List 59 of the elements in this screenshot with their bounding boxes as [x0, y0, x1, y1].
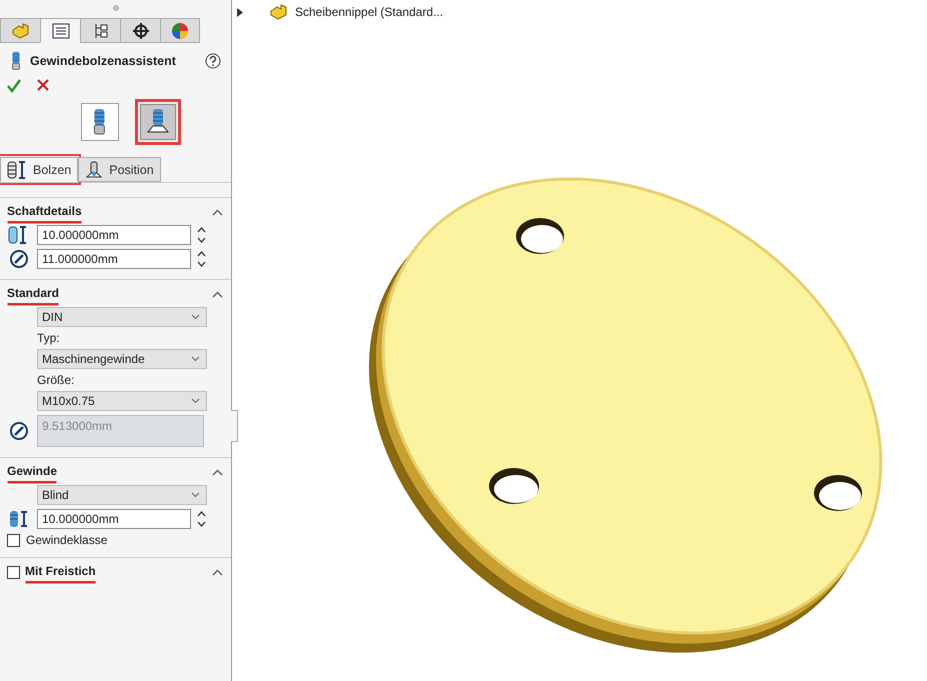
bolt-hole-drawing: [489, 468, 539, 504]
bolt-hole-drawing: [814, 475, 862, 511]
close-icon[interactable]: [37, 79, 49, 91]
panel-splitter-handle[interactable]: [231, 410, 238, 442]
dropdown-caret-icon: [191, 492, 200, 498]
tree-item-label[interactable]: Scheibennippel (Standard...: [295, 5, 444, 19]
stud-length-icon: [7, 160, 27, 178]
spinner-arrows-icon[interactable]: [197, 250, 206, 268]
number-input-field[interactable]: 11.000000mm: [37, 249, 191, 269]
checkbox-label: Gewindeklasse: [26, 533, 108, 547]
dropdown[interactable]: Maschinengewinde: [37, 349, 207, 369]
section-title: Mit Freistich: [25, 564, 96, 581]
manager-tab[interactable]: [120, 18, 160, 43]
stud-icon: [91, 108, 108, 136]
number-input-field[interactable]: 10.000000mm: [37, 509, 191, 529]
manager-tab[interactable]: [40, 18, 80, 43]
collapse-chevron-icon[interactable]: [212, 209, 223, 216]
collapsed-arrow-icon[interactable]: [237, 8, 243, 16]
diameter-icon: [9, 249, 29, 269]
thread-depth-icon: [8, 509, 30, 529]
tree-structure-icon: [92, 22, 108, 40]
crosshair-icon: [132, 22, 150, 40]
collapse-chevron-icon[interactable]: [212, 469, 223, 476]
spinner-arrows-icon[interactable]: [197, 510, 206, 528]
panel-tab[interactable]: Position: [78, 157, 161, 182]
checkbox[interactable]: [7, 566, 20, 579]
dropdown[interactable]: M10x0.75: [37, 391, 207, 411]
part-icon: [10, 22, 30, 40]
property-list-icon: [52, 22, 70, 38]
stud-icon: [10, 51, 22, 71]
section-title: Gewinde: [7, 464, 58, 481]
dropdown-caret-icon: [191, 356, 200, 362]
stud-type-button[interactable]: [80, 103, 118, 141]
collapse-chevron-icon[interactable]: [212, 569, 223, 576]
section-title: Standard: [7, 286, 60, 303]
number-input-field[interactable]: 10.000000mm: [37, 225, 191, 245]
part-icon: [269, 3, 289, 21]
readonly-input-field: 9.513000mm: [37, 415, 204, 447]
diameter-icon: [9, 421, 29, 441]
panel-tab[interactable]: Bolzen: [0, 157, 78, 182]
manager-tab[interactable]: [80, 18, 120, 43]
stud-position-icon: [85, 160, 104, 178]
color-ball-icon: [171, 22, 189, 40]
confirm-checkmark-icon[interactable]: [7, 79, 21, 93]
field-label: Größe:: [37, 373, 74, 387]
collapse-chevron-icon[interactable]: [212, 291, 223, 298]
spinner-arrows-icon[interactable]: [197, 226, 206, 244]
checkbox[interactable]: [7, 534, 20, 546]
dropdown-caret-icon: [191, 314, 200, 320]
panel-grip-icon: [112, 5, 118, 11]
help-icon[interactable]: [205, 53, 221, 69]
section-title: Schaftdetails: [7, 204, 82, 221]
dropdown[interactable]: DIN: [37, 307, 207, 327]
panel-title: Gewindebolzenassistent: [30, 54, 177, 68]
field-label: Typ:: [37, 331, 60, 345]
stud-type-button[interactable]: [134, 99, 180, 145]
dropdown-caret-icon: [191, 398, 200, 404]
bolt-hole-drawing: [516, 218, 564, 254]
dropdown[interactable]: Blind: [37, 485, 207, 505]
